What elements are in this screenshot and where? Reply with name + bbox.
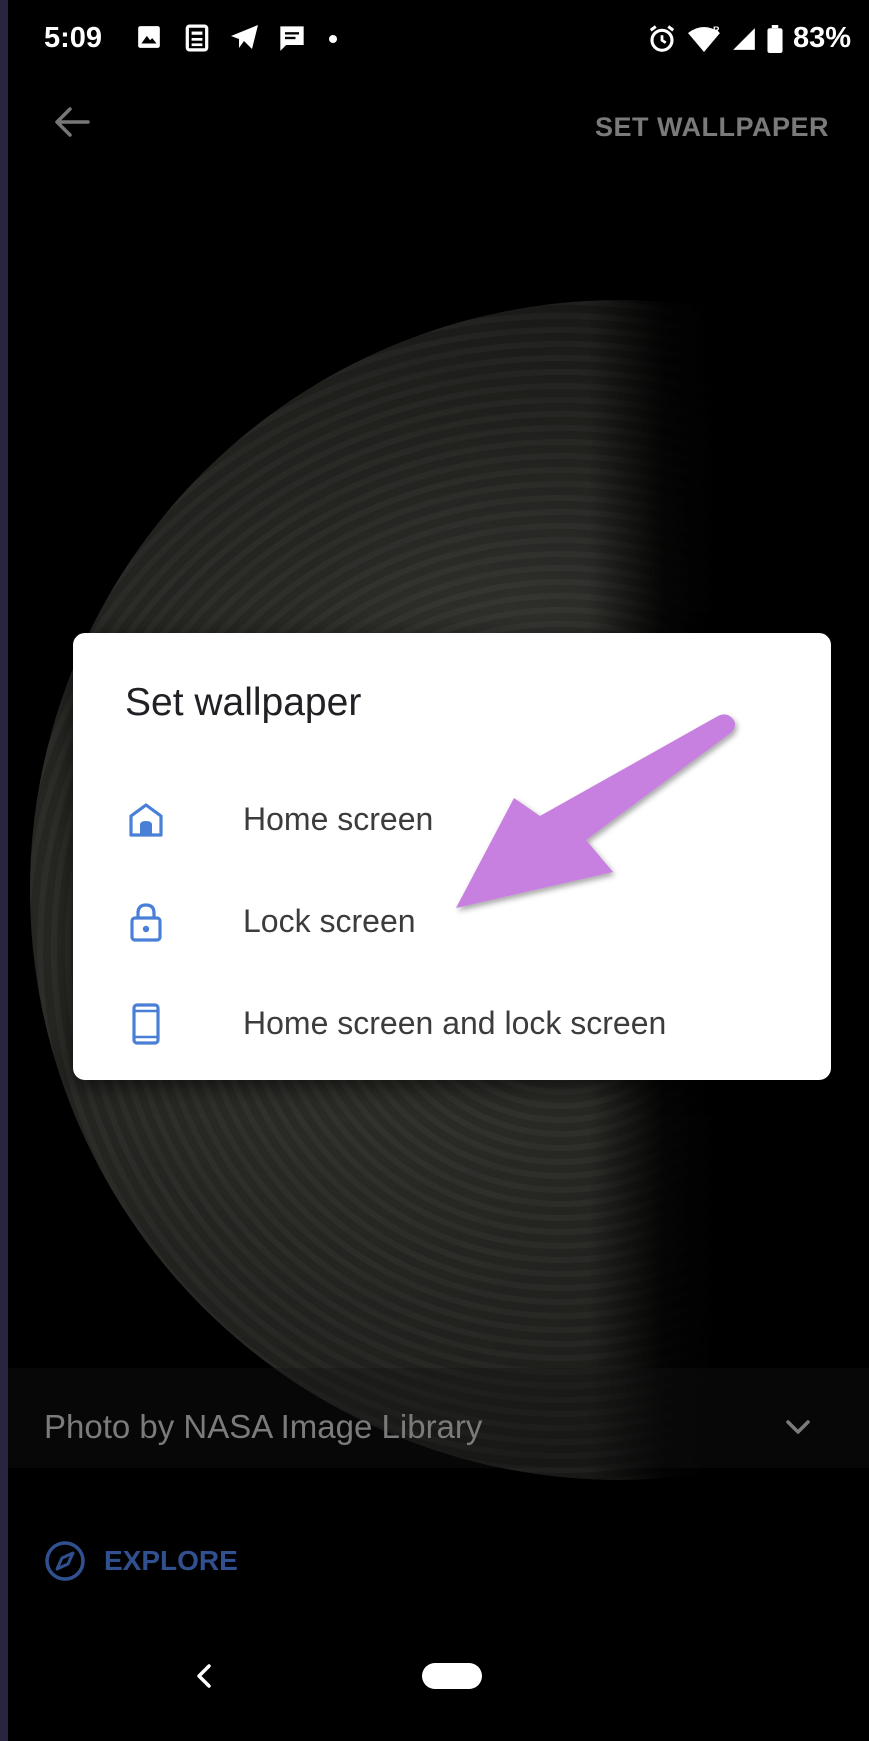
back-arrow-icon[interactable] [48,98,96,146]
wifi-icon: R [687,25,720,52]
lock-icon [130,903,162,942]
photo-attribution: Photo by NASA Image Library [44,1408,483,1445]
message-icon [280,26,304,51]
signal-icon [733,27,755,50]
option-label: Home screen and lock screen [243,1005,667,1041]
svg-text:R: R [713,25,720,35]
annotation-arrow [456,714,735,908]
compass-icon [45,1541,85,1581]
home-icon [129,803,163,837]
news-icon [185,24,209,52]
phone-icon [132,1003,160,1045]
battery-icon [767,24,783,53]
alarm-icon [649,24,675,52]
option-label: Lock screen [243,903,416,939]
option-label: Home screen [243,801,434,837]
status-right-group: R 83% [647,22,851,55]
telegram-icon [231,25,258,49]
battery-percentage: 83% [792,22,851,54]
image-icon [138,26,160,48]
nav-back-icon[interactable] [193,1660,215,1692]
dot-icon [329,35,337,43]
status-bar: 5:09 R 83% [8,0,869,80]
nav-home-pill[interactable] [422,1663,482,1689]
explore-label: EXPLORE [104,1545,238,1576]
option-home-and-lock-screen[interactable]: Home screen and lock screen [73,979,831,1069]
dialog-title: Set wallpaper [125,681,362,724]
status-time: 5:09 [44,22,103,54]
explore-button[interactable]: EXPLORE [44,1540,238,1582]
chevron-down-icon[interactable] [781,1410,815,1444]
wallpaper-preview-screen: 5:09 R 83% SET WALLPAPER Photo by NASA I… [0,0,869,1741]
set-wallpaper-button[interactable]: SET WALLPAPER [595,112,829,143]
